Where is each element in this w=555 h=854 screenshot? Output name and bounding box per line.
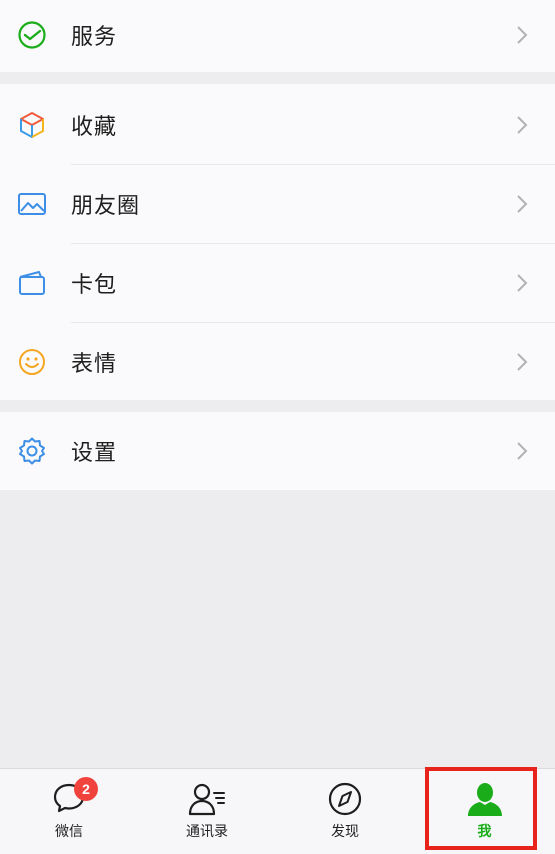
tab-discover[interactable]: 发现 (276, 769, 414, 854)
services-group: 服务 (0, 0, 555, 72)
menu-item-label: 服务 (71, 25, 118, 50)
chat-bubble-icon: 2 (52, 777, 98, 819)
tab-label: 通讯录 (186, 824, 228, 840)
chevron-right-icon (517, 116, 528, 134)
menu-item-services[interactable]: 服务 (0, 0, 555, 74)
menu-item-label: 表情 (71, 352, 118, 377)
menu-item-label: 收藏 (71, 115, 118, 140)
wechat-pay-icon (16, 19, 48, 51)
settings-group: 设置 (0, 412, 555, 490)
compass-icon (325, 781, 365, 819)
menu-item-label: 朋友圈 (71, 194, 141, 219)
chevron-right-icon (517, 195, 528, 213)
features-group: 收藏 朋友圈 卡包 表情 (0, 84, 555, 400)
tab-chats[interactable]: 2 微信 (0, 769, 138, 854)
contacts-icon (187, 781, 227, 819)
person-icon (465, 781, 505, 819)
chevron-right-icon (517, 26, 528, 44)
tab-contacts[interactable]: 通讯录 (138, 769, 276, 854)
menu-item-stickers[interactable]: 表情 (0, 323, 555, 401)
menu-item-label: 卡包 (71, 273, 118, 298)
cube-icon (16, 109, 48, 141)
chevron-right-icon (517, 353, 528, 371)
chevron-right-icon (517, 274, 528, 292)
menu-item-favorites[interactable]: 收藏 (0, 86, 555, 164)
menu-item-moments[interactable]: 朋友圈 (0, 165, 555, 243)
tab-label: 我 (477, 824, 492, 840)
image-icon (16, 188, 48, 220)
tab-label: 微信 (55, 824, 83, 840)
menu-item-cards[interactable]: 卡包 (0, 244, 555, 322)
gear-icon (16, 435, 48, 467)
chevron-right-icon (517, 442, 528, 460)
tab-me[interactable]: 我 (414, 769, 555, 854)
menu-item-label: 设置 (71, 441, 118, 466)
tab-label: 发现 (331, 824, 359, 840)
bottom-tab-bar: 2 微信 通讯录 发现 我 (0, 768, 555, 854)
smiley-icon (16, 346, 48, 378)
menu-item-settings[interactable]: 设置 (0, 412, 555, 490)
card-icon (16, 267, 48, 299)
unread-badge: 2 (74, 777, 98, 801)
